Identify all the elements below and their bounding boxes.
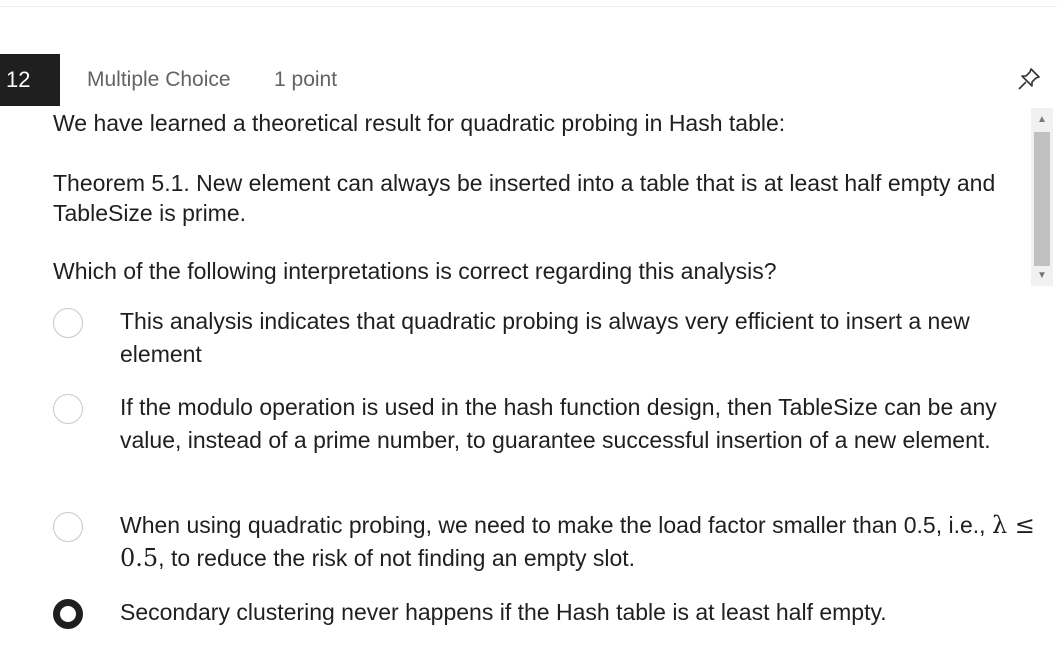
prompt-question: Which of the following interpretations i… [53,258,777,284]
scroll-up-arrow-icon[interactable]: ▲ [1031,108,1053,130]
scroll-thumb[interactable] [1034,132,1050,266]
question-points: 1 point [274,68,338,91]
option-text-before: When using quadratic probing, we need to… [120,512,992,538]
question-prompt: We have learned a theoretical result for… [53,108,1023,288]
question-number: 12 [6,67,31,92]
question-number-badge: 12 [0,54,60,106]
pin-icon[interactable] [1016,66,1042,92]
prompt-theorem: Theorem 5.1. New element can always be i… [53,170,996,226]
option-text-after: , to reduce the risk of not finding an e… [158,545,636,571]
radio-button-4-selected[interactable] [53,599,83,629]
answer-option-text: Secondary clustering never happens if th… [120,599,887,625]
question-type: Multiple Choice [87,68,231,91]
answer-option-text: This analysis indicates that quadratic p… [120,308,970,367]
answer-option-text: If the modulo operation is used in the h… [120,394,997,453]
answer-option-text: When using quadratic probing, we need to… [120,509,1045,575]
radio-button-1[interactable] [53,308,83,338]
top-divider [0,6,1057,7]
scroll-down-arrow-icon[interactable]: ▼ [1031,264,1053,286]
radio-button-2[interactable] [53,394,83,424]
radio-button-3[interactable] [53,512,83,542]
prompt-intro: We have learned a theoretical result for… [53,110,786,136]
prompt-scrollbar[interactable]: ▲ ▼ [1031,108,1053,286]
